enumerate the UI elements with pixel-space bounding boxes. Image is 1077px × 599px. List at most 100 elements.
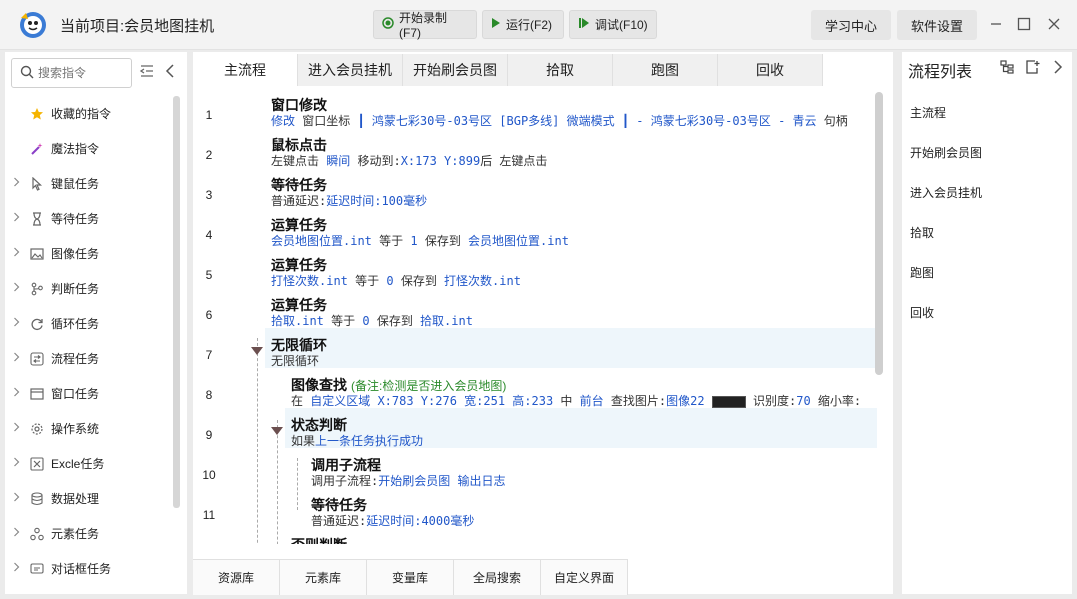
step-title-text: 状态判断: [291, 417, 347, 433]
sidebar-item[interactable]: 等待任务: [5, 201, 177, 236]
sidebar-item[interactable]: Excle任务: [5, 446, 177, 481]
flow-step-row[interactable]: 11 等待任务 普通延迟:延迟时间:4000毫秒: [193, 488, 877, 528]
step-param[interactable]: 1: [410, 234, 417, 248]
chevron-right-icon: [9, 562, 23, 575]
step-param[interactable]: 上一条任务执行成功: [315, 434, 423, 448]
flow-step-row[interactable]: 9 状态判断 如果上一条任务执行成功: [206, 408, 877, 448]
sidebar-item[interactable]: 对话框任务: [5, 551, 177, 586]
sidebar-item-label: 图像任务: [51, 247, 100, 261]
step-param[interactable]: 延迟时间:4000毫秒: [366, 514, 474, 528]
maximize-icon[interactable]: [1012, 12, 1036, 36]
gear-icon: [29, 421, 45, 437]
flow-step-row[interactable]: 2 鼠标点击 左键点击 瞬间 移动到:X:173 Y:899后 左键点击: [193, 128, 877, 168]
sidebar-item-label: 对话框任务: [51, 562, 112, 576]
search-box[interactable]: [11, 58, 132, 88]
flow-list-item[interactable]: 回收: [910, 304, 934, 321]
step-param[interactable]: ┃ 鸿蒙七彩30号-03号区 [BGP多线] 微端模式 ┃ - 鸿蒙七彩30号-…: [357, 114, 816, 128]
step-param[interactable]: 自定义区域 X:783 Y:276 宽:251 高:233: [310, 394, 553, 408]
bottom-tab[interactable]: 资源库: [193, 560, 280, 595]
sidebar-item[interactable]: 循环任务: [5, 306, 177, 341]
sidebar-item[interactable]: 元素任务: [5, 516, 177, 551]
flow-step-row[interactable]: 7 无限循环 无限循环: [206, 328, 877, 368]
sidebar-scrollbar[interactable]: [173, 96, 180, 508]
flow-tab[interactable]: 主流程: [193, 54, 298, 86]
collapse-triangle-icon[interactable]: [251, 347, 263, 355]
sidebar-item[interactable]: 图像任务: [5, 236, 177, 271]
flow-tab[interactable]: 回收: [718, 54, 823, 86]
add-flow-icon[interactable]: [1025, 60, 1040, 77]
debug-button[interactable]: 调试(F10): [569, 10, 657, 39]
step-param[interactable]: X:173 Y:899: [401, 154, 480, 168]
step-param[interactable]: 0: [386, 274, 393, 288]
minimize-icon[interactable]: [984, 12, 1008, 36]
sidebar-item[interactable]: 判断任务: [5, 271, 177, 306]
collapse-triangle-icon[interactable]: [271, 427, 283, 435]
collapse-list-icon[interactable]: [139, 64, 155, 81]
sidebar-item[interactable]: 窗口任务: [5, 376, 177, 411]
step-param[interactable]: 0: [362, 314, 369, 328]
flow-list-item[interactable]: 拾取: [910, 224, 934, 241]
step-param[interactable]: 打怪次数.int: [271, 274, 348, 288]
flow-tab[interactable]: 拾取: [508, 54, 613, 86]
flow-step-row[interactable]: 1 窗口修改 修改 窗口坐标 ┃ 鸿蒙七彩30号-03号区 [BGP多线] 微端模式…: [193, 88, 877, 128]
flow-step-row[interactable]: 4 运算任务 会员地图位置.int 等于 1 保存到 会员地图位置.int: [193, 208, 877, 248]
editor-scrollbar[interactable]: [875, 92, 883, 375]
step-param[interactable]: 瞬间: [326, 154, 350, 168]
line-number: 2: [205, 148, 213, 162]
flow-tab[interactable]: 开始刷会员图: [403, 54, 508, 86]
flow-list-item[interactable]: 进入会员挂机: [910, 184, 982, 201]
step-text: 保存到: [369, 314, 421, 328]
step-param[interactable]: 修改: [271, 114, 295, 128]
sidebar-item[interactable]: 数据处理: [5, 481, 177, 516]
step-title-text: 窗口修改: [271, 97, 327, 113]
step-param[interactable]: 延迟时间:100毫秒: [326, 194, 427, 208]
magic-wand-icon: [29, 141, 45, 157]
step-text: 无限循环: [271, 354, 320, 368]
run-button[interactable]: 运行(F2): [482, 10, 564, 39]
close-icon[interactable]: [1042, 12, 1066, 36]
flow-step-row[interactable]: 8 图像查找 (备注:检测是否进入会员地图) 在 自定义区域 X:783 Y:276 …: [193, 368, 877, 408]
flow-step-row[interactable]: 3 等待任务 普通延迟:延迟时间:100毫秒: [193, 168, 877, 208]
flow-step-row[interactable]: 6 运算任务 拾取.int 等于 0 保存到 拾取.int: [193, 288, 877, 328]
sidebar-item[interactable]: 魔法指令: [5, 131, 177, 166]
flow-step-row[interactable]: 10 调用子流程 调用子流程:开始刷会员图 输出日志: [193, 448, 877, 488]
main-editor: 主流程 进入会员挂机 开始刷会员图 拾取 跑图 回收 1 窗口修改 修改 窗口坐标 ┃ 鸿蒙七…: [193, 52, 893, 595]
step-param[interactable]: 会员地图位置.int: [271, 234, 372, 248]
search-input[interactable]: [38, 66, 124, 80]
start-record-button[interactable]: 开始录制(F7): [373, 10, 477, 40]
image-thumbnail-icon: [711, 395, 746, 408]
flow-step-row[interactable]: 12否则判断: [193, 528, 877, 544]
chevron-right-icon: [9, 527, 23, 540]
bottom-tab[interactable]: 全局搜索: [454, 560, 541, 595]
step-param[interactable]: 会员地图位置.int: [468, 234, 569, 248]
flow-list-item[interactable]: 开始刷会员图: [910, 144, 982, 161]
step-param[interactable]: 图像22: [666, 394, 704, 408]
bottom-tab[interactable]: 变量库: [367, 560, 454, 595]
step-param[interactable]: 前台: [580, 394, 604, 408]
chevron-right-icon[interactable]: [1053, 60, 1063, 77]
step-param[interactable]: 拾取.int: [420, 314, 473, 328]
flow-list-item[interactable]: 主流程: [910, 104, 946, 121]
flow-step-row[interactable]: 5 运算任务 打怪次数.int 等于 0 保存到 打怪次数.int: [193, 248, 877, 288]
sidebar-item[interactable]: 流程任务: [5, 341, 177, 376]
software-settings-button[interactable]: 软件设置: [897, 10, 977, 40]
sidebar-item[interactable]: 收藏的指令: [5, 96, 177, 131]
step-text: 普通延迟:: [271, 194, 327, 208]
step-param[interactable]: 打怪次数.int: [444, 274, 521, 288]
bottom-tabs: 资源库 元素库 变量库 全局搜索 自定义界面: [193, 559, 628, 595]
chevron-left-icon[interactable]: [165, 64, 175, 81]
flow-tab[interactable]: 跑图: [613, 54, 718, 86]
bottom-tab[interactable]: 自定义界面: [541, 560, 628, 595]
flow-list-item[interactable]: 跑图: [910, 264, 934, 281]
play-icon: [491, 17, 501, 32]
flow-tab[interactable]: 进入会员挂机: [298, 54, 403, 86]
sidebar-item[interactable]: 键鼠任务: [5, 166, 177, 201]
sidebar-item[interactable]: 操作系统: [5, 411, 177, 446]
step-param[interactable]: 70: [796, 394, 810, 408]
step-param[interactable]: 拾取.int: [271, 314, 324, 328]
learning-center-button[interactable]: 学习中心: [811, 10, 891, 40]
tree-icon[interactable]: [1000, 60, 1014, 77]
bottom-tab[interactable]: 元素库: [280, 560, 367, 595]
step-text: 查找图片:: [603, 394, 667, 408]
step-param[interactable]: 开始刷会员图 输出日志: [378, 474, 505, 488]
